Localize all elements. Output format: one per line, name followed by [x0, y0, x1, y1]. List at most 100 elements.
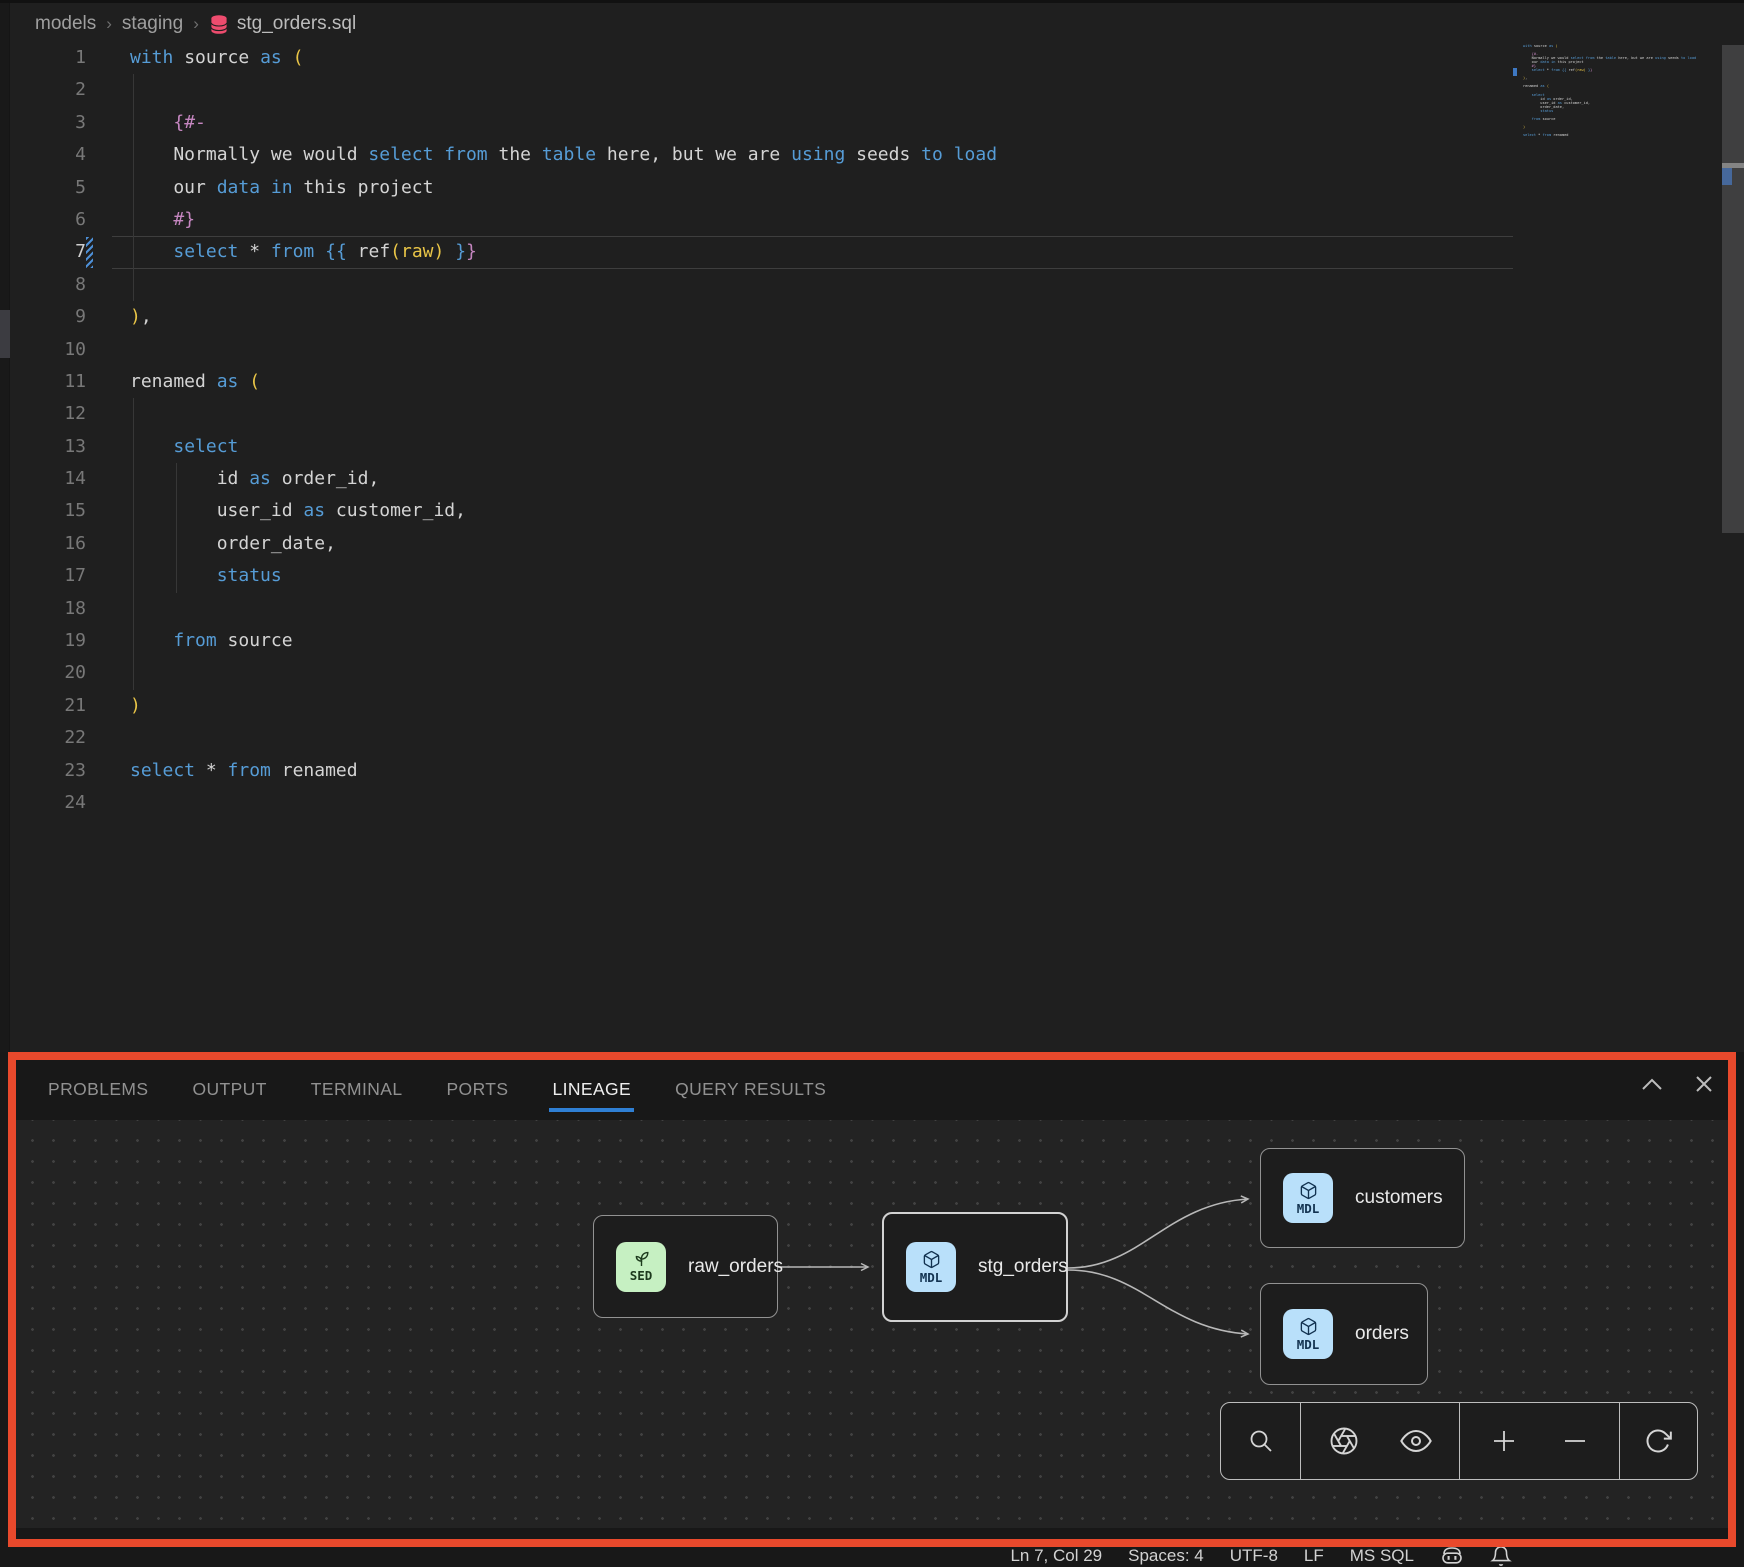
breadcrumb-separator: ›: [106, 14, 112, 34]
refresh-button[interactable]: [1630, 1413, 1686, 1469]
line-number: 23: [10, 755, 86, 787]
code-line-7[interactable]: 7 select * from {{ ref(raw) }}: [10, 236, 1513, 268]
panel-tab-problems[interactable]: PROBLEMS: [48, 1079, 148, 1100]
code-line-11[interactable]: 11renamed as (: [10, 366, 1513, 398]
breadcrumb-folder-models[interactable]: models: [35, 13, 96, 35]
code-line-1[interactable]: 1with source as (: [10, 42, 1513, 74]
scrollbar-thumb[interactable]: [1722, 45, 1744, 533]
status-bar: Ln 7, Col 29 Spaces: 4 UTF-8 LF MS SQL: [0, 1545, 1744, 1567]
vscode-window: models › staging › stg_orders.sql 1with …: [0, 0, 1744, 1567]
code-line-3[interactable]: 3 {#-: [10, 107, 1513, 139]
minus-icon: [1562, 1428, 1588, 1454]
code-line-21[interactable]: 21): [10, 690, 1513, 722]
bell-icon[interactable]: [1490, 1545, 1512, 1567]
node-label: stg_orders: [978, 1256, 1068, 1278]
line-number: 22: [10, 722, 86, 754]
activity-strip: [0, 3, 10, 1052]
minimap[interactable]: with source as ( {#- Normally we would s…: [1517, 44, 1713, 174]
lineage-node-orders[interactable]: MDL orders: [1260, 1283, 1428, 1385]
code-lines: 1with source as (23 {#-4 Normally we wou…: [10, 42, 1513, 819]
panel-tab-query-results[interactable]: QUERY RESULTS: [675, 1079, 826, 1100]
line-number: 20: [10, 657, 86, 689]
zoom-out-button[interactable]: [1547, 1413, 1603, 1469]
status-cursor-position[interactable]: Ln 7, Col 29: [1010, 1546, 1102, 1566]
model-badge: MDL: [1283, 1173, 1333, 1223]
code-line-19[interactable]: 19 from source: [10, 625, 1513, 657]
code-line-22[interactable]: 22: [10, 722, 1513, 754]
search-button[interactable]: [1233, 1413, 1289, 1469]
panel-tab-output[interactable]: OUTPUT: [192, 1079, 266, 1100]
cube-icon: [922, 1250, 941, 1269]
lineage-toolbar: [1220, 1402, 1698, 1480]
close-icon[interactable]: [1694, 1074, 1714, 1094]
code-line-17[interactable]: 17 status: [10, 560, 1513, 592]
panel-tab-terminal[interactable]: TERMINAL: [311, 1079, 403, 1100]
line-text: renamed as (: [86, 366, 260, 398]
line-number: 6: [10, 204, 86, 236]
line-number: 3: [10, 107, 86, 139]
line-text: user_id as customer_id,: [86, 495, 466, 527]
editor-scrollbar[interactable]: [1722, 3, 1744, 1052]
breadcrumb-file[interactable]: stg_orders.sql: [209, 13, 356, 35]
code-line-15[interactable]: 15 user_id as customer_id,: [10, 495, 1513, 527]
panel-tab-ports[interactable]: PORTS: [446, 1079, 508, 1100]
lineage-node-raw-orders[interactable]: SED raw_orders: [593, 1215, 778, 1318]
line-number: 19: [10, 625, 86, 657]
activity-strip-handle[interactable]: [0, 310, 10, 358]
line-number: 9: [10, 301, 86, 333]
code-line-23[interactable]: 23select * from renamed: [10, 755, 1513, 787]
chevron-up-icon[interactable]: [1640, 1076, 1664, 1092]
lineage-canvas[interactable]: SED raw_orders MDL stg_orders: [16, 1120, 1728, 1528]
line-text: [86, 722, 130, 754]
lineage-node-stg-orders[interactable]: MDL stg_orders: [882, 1212, 1068, 1322]
code-line-9[interactable]: 9),: [10, 301, 1513, 333]
line-text: id as order_id,: [86, 463, 379, 495]
badge-label: MDL: [1297, 1201, 1320, 1216]
line-text: {#-: [86, 107, 206, 139]
line-text: #}: [86, 204, 195, 236]
code-line-4[interactable]: 4 Normally we would select from the tabl…: [10, 139, 1513, 171]
code-line-18[interactable]: 18: [10, 593, 1513, 625]
cube-icon: [1299, 1317, 1318, 1336]
line-number: 12: [10, 398, 86, 430]
status-language-mode[interactable]: MS SQL: [1350, 1546, 1414, 1566]
code-line-8[interactable]: 8: [10, 269, 1513, 301]
line-text: [86, 787, 130, 819]
lineage-node-customers[interactable]: MDL customers: [1260, 1148, 1465, 1248]
breadcrumb-folder-staging[interactable]: staging: [122, 13, 183, 35]
status-indentation[interactable]: Spaces: 4: [1128, 1546, 1204, 1566]
code-line-2[interactable]: 2: [10, 74, 1513, 106]
code-line-20[interactable]: 20: [10, 657, 1513, 689]
line-number: 10: [10, 334, 86, 366]
overview-ruler-modified-marker: [1722, 168, 1732, 185]
line-number: 18: [10, 593, 86, 625]
line-text: Normally we would select from the table …: [86, 139, 997, 171]
line-number: 24: [10, 787, 86, 819]
code-line-5[interactable]: 5 our data in this project: [10, 172, 1513, 204]
copilot-icon[interactable]: [1440, 1545, 1464, 1567]
code-line-14[interactable]: 14 id as order_id,: [10, 463, 1513, 495]
code-line-10[interactable]: 10: [10, 334, 1513, 366]
node-label: customers: [1355, 1187, 1443, 1209]
line-text: [86, 74, 130, 106]
line-text: select * from {{ ref(raw) }}: [86, 236, 477, 268]
code-line-24[interactable]: 24: [10, 787, 1513, 819]
model-badge: MDL: [1283, 1309, 1333, 1359]
code-line-6[interactable]: 6 #}: [10, 204, 1513, 236]
status-eol[interactable]: LF: [1304, 1546, 1324, 1566]
code-line-12[interactable]: 12: [10, 398, 1513, 430]
aperture-icon: [1329, 1426, 1359, 1456]
panel-tab-lineage[interactable]: LINEAGE: [552, 1079, 631, 1100]
database-icon: [209, 14, 229, 35]
zoom-in-button[interactable]: [1476, 1413, 1532, 1469]
code-line-13[interactable]: 13 select: [10, 431, 1513, 463]
code-line-16[interactable]: 16 order_date,: [10, 528, 1513, 560]
visibility-button[interactable]: [1388, 1413, 1444, 1469]
code-editor[interactable]: 1with source as (23 {#-4 Normally we wou…: [10, 42, 1513, 819]
aperture-button[interactable]: [1316, 1413, 1372, 1469]
sprout-icon: [632, 1250, 651, 1267]
line-text: ): [86, 690, 141, 722]
status-encoding[interactable]: UTF-8: [1230, 1546, 1278, 1566]
line-number: 15: [10, 495, 86, 527]
indent-guide: [133, 398, 134, 690]
